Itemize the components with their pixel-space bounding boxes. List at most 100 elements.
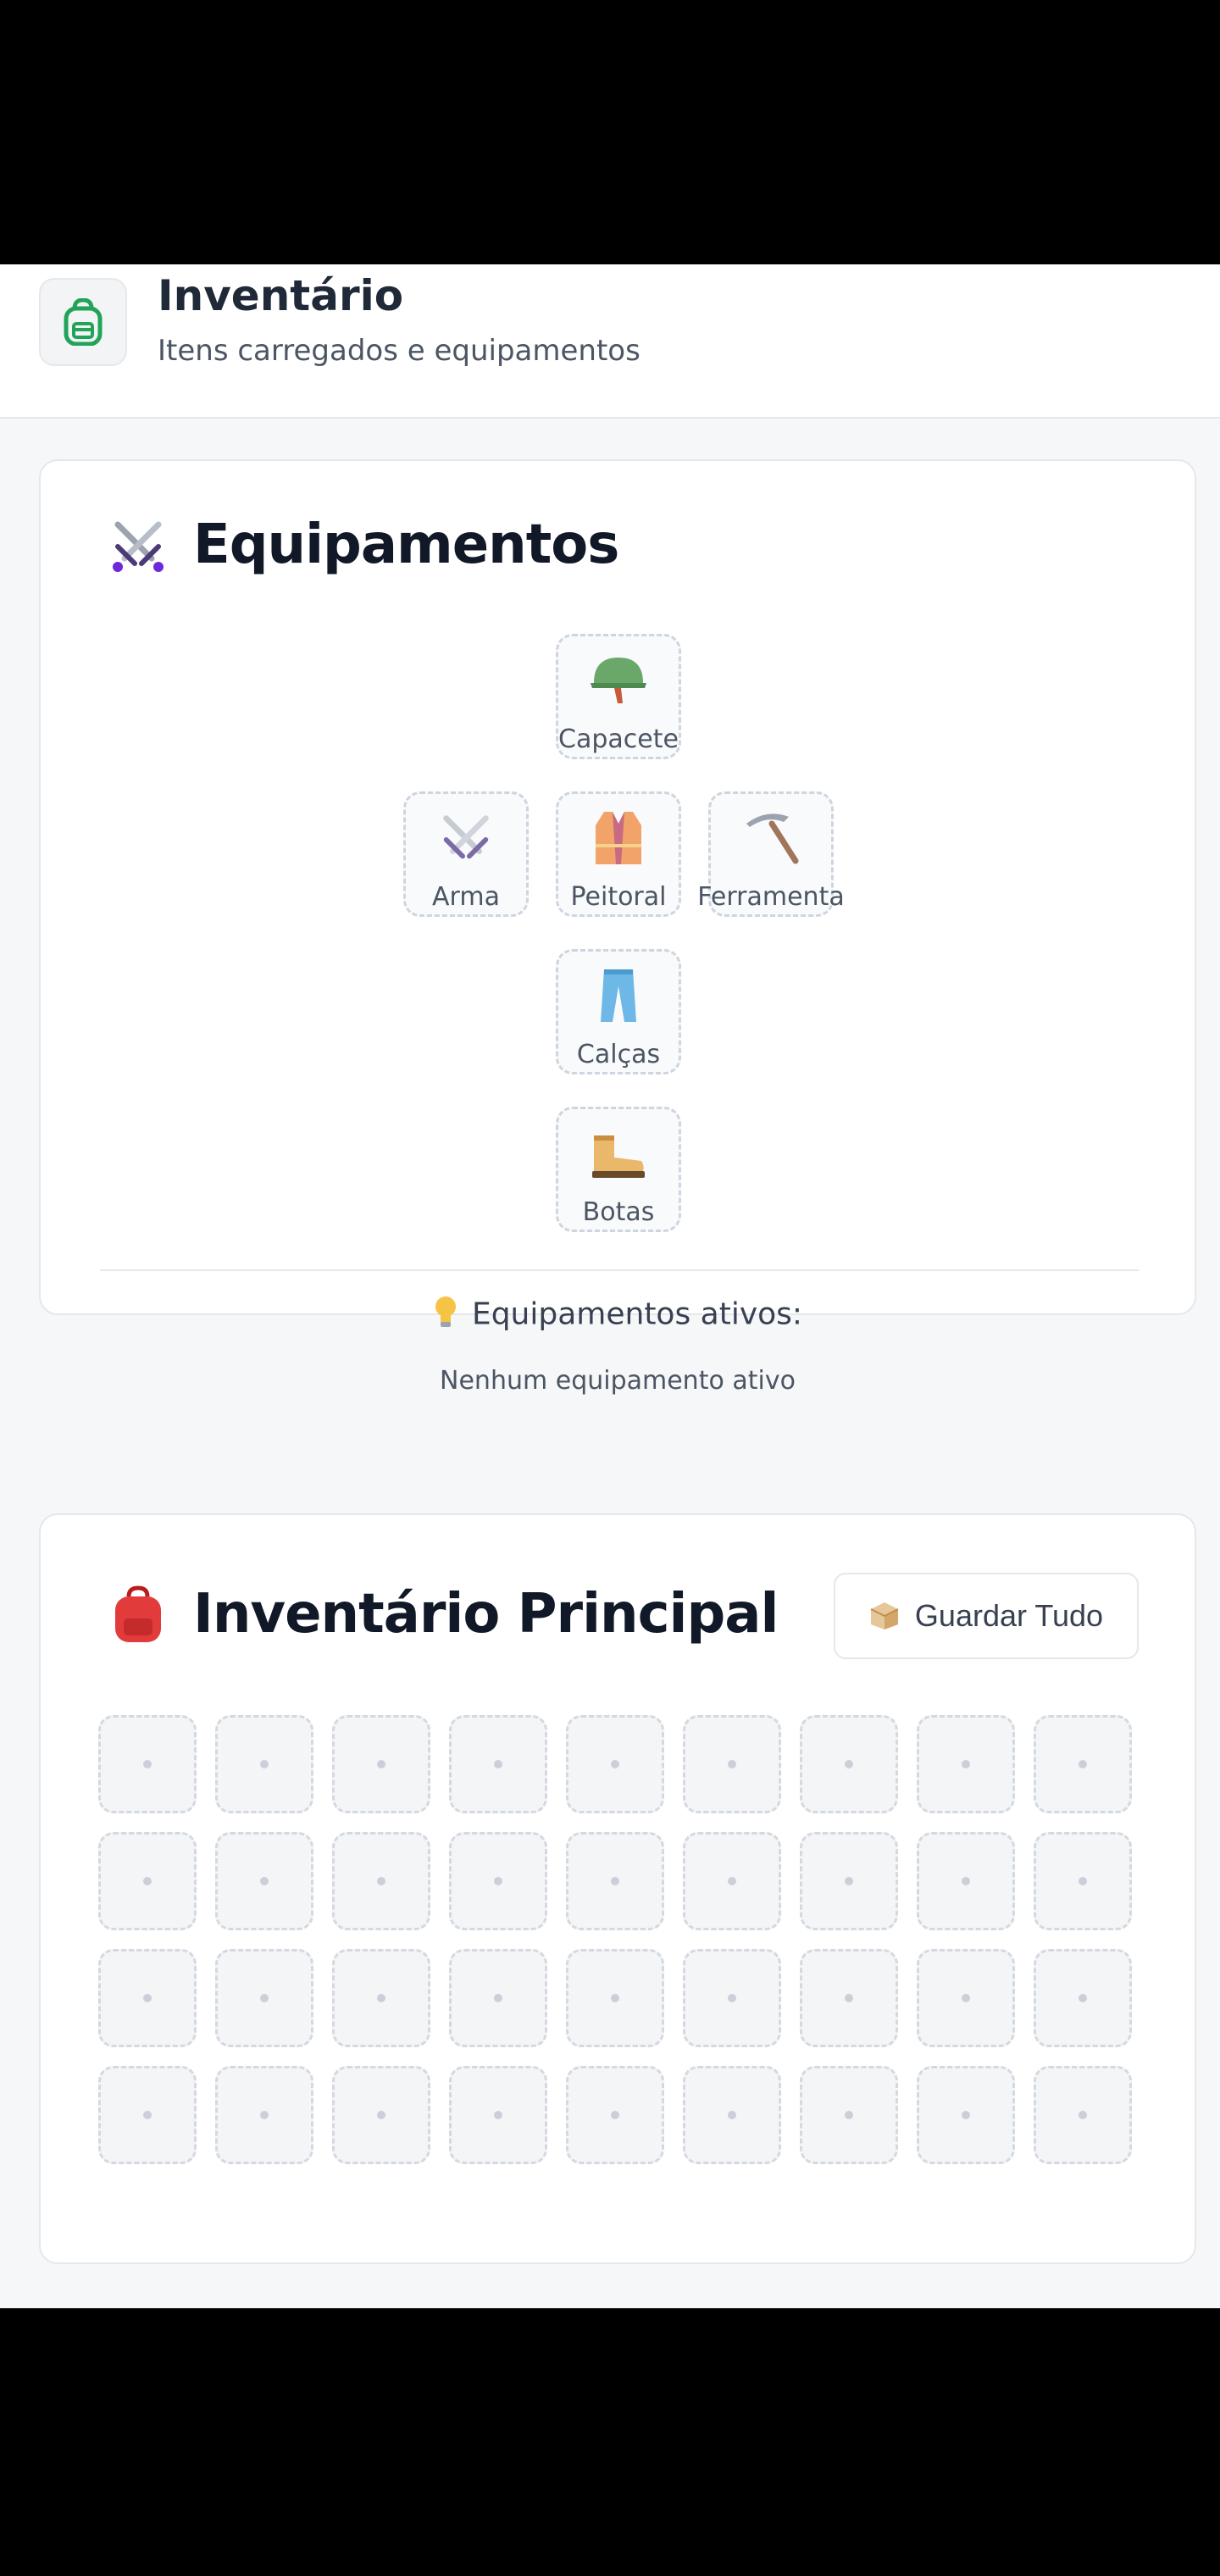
inventory-slot[interactable] bbox=[449, 1715, 547, 1813]
inventory-slot[interactable] bbox=[917, 2066, 1015, 2164]
equip-slot-pants[interactable]: Calças bbox=[556, 949, 681, 1074]
helmet-icon bbox=[558, 647, 679, 714]
empty-slot-dot bbox=[728, 2111, 736, 2119]
empty-slot-dot bbox=[611, 1877, 619, 1885]
empty-slot-dot bbox=[1079, 1760, 1087, 1768]
inventory-slot[interactable] bbox=[917, 1949, 1015, 2047]
empty-slot-dot bbox=[611, 1760, 619, 1768]
equip-slot-boots[interactable]: Botas bbox=[556, 1107, 681, 1232]
inventory-slot[interactable] bbox=[1034, 1715, 1132, 1813]
inventory-slot[interactable] bbox=[683, 1832, 781, 1930]
inventory-heading: Inventário Principal bbox=[107, 1583, 779, 1646]
inventory-slot[interactable] bbox=[215, 2066, 313, 2164]
pants-icon bbox=[558, 962, 679, 1030]
slot-label: Ferramenta bbox=[697, 882, 845, 912]
store-all-button[interactable]: Guardar Tudo bbox=[834, 1573, 1139, 1659]
vest-icon bbox=[558, 804, 679, 872]
empty-slot-dot bbox=[962, 1760, 970, 1768]
empty-slot-dot bbox=[845, 1877, 853, 1885]
inventory-slot[interactable] bbox=[566, 1715, 664, 1813]
empty-slot-dot bbox=[962, 2111, 970, 2119]
equipment-title: Equipamentos bbox=[193, 514, 619, 576]
inventory-slot[interactable] bbox=[566, 1832, 664, 1930]
empty-slot-dot bbox=[962, 1877, 970, 1885]
inventory-slot[interactable] bbox=[683, 1949, 781, 2047]
inventory-slot[interactable] bbox=[800, 1949, 898, 2047]
inventory-slot[interactable] bbox=[332, 1832, 430, 1930]
navigation-bar-area bbox=[0, 2308, 1220, 2576]
backpack-icon bbox=[39, 278, 127, 366]
inventory-slot[interactable] bbox=[1034, 1832, 1132, 1930]
empty-slot-dot bbox=[494, 1760, 502, 1768]
empty-slot-dot bbox=[962, 1994, 970, 2002]
empty-slot-dot bbox=[377, 1760, 385, 1768]
inventory-slot[interactable] bbox=[800, 1832, 898, 1930]
empty-slot-dot bbox=[1079, 2111, 1087, 2119]
empty-slot-dot bbox=[1079, 1877, 1087, 1885]
crossed-swords-icon bbox=[406, 804, 526, 872]
inventory-slot[interactable] bbox=[215, 1832, 313, 1930]
equipment-heading: Equipamentos bbox=[107, 514, 619, 576]
empty-slot-dot bbox=[143, 2111, 152, 2119]
inventory-slot[interactable] bbox=[683, 2066, 781, 2164]
red-backpack-icon bbox=[107, 1583, 169, 1646]
slot-label: Botas bbox=[582, 1197, 655, 1227]
empty-slot-dot bbox=[494, 1877, 502, 1885]
main-inventory-card: Inventário Principal Guardar Tudo bbox=[39, 1513, 1196, 2264]
inventory-slot[interactable] bbox=[98, 1832, 197, 1930]
inventory-slot[interactable] bbox=[332, 1949, 430, 2047]
empty-slot-dot bbox=[728, 1877, 736, 1885]
inventory-slot[interactable] bbox=[215, 1715, 313, 1813]
active-equipment-empty: Nenhum equipamento ativo bbox=[440, 1366, 796, 1396]
equip-slot-chest[interactable]: Peitoral bbox=[556, 791, 681, 917]
page-title: Inventário bbox=[158, 271, 404, 320]
empty-slot-dot bbox=[611, 1994, 619, 2002]
inventory-slot[interactable] bbox=[566, 1949, 664, 2047]
empty-slot-dot bbox=[611, 2111, 619, 2119]
empty-slot-dot bbox=[845, 1760, 853, 1768]
inventory-slot[interactable] bbox=[332, 2066, 430, 2164]
inventory-slot[interactable] bbox=[683, 1715, 781, 1813]
equip-slot-tool[interactable]: Ferramenta bbox=[697, 791, 845, 917]
slot-label: Calças bbox=[576, 1040, 661, 1069]
inventory-slot[interactable] bbox=[98, 1715, 197, 1813]
inventory-slot[interactable] bbox=[566, 2066, 664, 2164]
inventory-slot[interactable] bbox=[449, 2066, 547, 2164]
inventory-slot[interactable] bbox=[917, 1715, 1015, 1813]
inventory-slot[interactable] bbox=[98, 2066, 197, 2164]
active-equipment-title: Equipamentos ativos: bbox=[39, 1295, 1196, 1336]
inventory-slot[interactable] bbox=[332, 1715, 430, 1813]
equip-slot-weapon[interactable]: Arma bbox=[403, 791, 529, 917]
crossed-swords-icon bbox=[107, 514, 169, 576]
pickaxe-icon bbox=[711, 804, 831, 872]
inventory-slot[interactable] bbox=[449, 1832, 547, 1930]
inventory-slot[interactable] bbox=[917, 1832, 1015, 1930]
empty-slot-dot bbox=[143, 1877, 152, 1885]
inventory-slot[interactable] bbox=[800, 2066, 898, 2164]
equip-slot-helmet[interactable]: Capacete bbox=[556, 634, 681, 759]
slot-label: Capacete bbox=[558, 724, 679, 754]
empty-slot-dot bbox=[377, 1877, 385, 1885]
equipment-divider bbox=[100, 1269, 1139, 1271]
status-bar-area bbox=[0, 0, 1220, 264]
empty-slot-dot bbox=[260, 1994, 269, 2002]
inventory-slot[interactable] bbox=[800, 1715, 898, 1813]
inventory-slot[interactable] bbox=[98, 1949, 197, 2047]
inventory-slot[interactable] bbox=[1034, 1949, 1132, 2047]
empty-slot-dot bbox=[143, 1994, 152, 2002]
empty-slot-dot bbox=[377, 1994, 385, 2002]
empty-slot-dot bbox=[845, 2111, 853, 2119]
inventory-slot[interactable] bbox=[215, 1949, 313, 2047]
inventory-title: Inventário Principal bbox=[193, 1583, 779, 1646]
empty-slot-dot bbox=[494, 1994, 502, 2002]
inventory-slot[interactable] bbox=[449, 1949, 547, 2047]
empty-slot-dot bbox=[260, 2111, 269, 2119]
empty-slot-dot bbox=[494, 2111, 502, 2119]
empty-slot-dot bbox=[728, 1760, 736, 1768]
empty-slot-dot bbox=[143, 1760, 152, 1768]
box-icon bbox=[869, 1601, 900, 1631]
empty-slot-dot bbox=[260, 1877, 269, 1885]
empty-slot-dot bbox=[845, 1994, 853, 2002]
inventory-slot[interactable] bbox=[1034, 2066, 1132, 2164]
empty-slot-dot bbox=[1079, 1994, 1087, 2002]
